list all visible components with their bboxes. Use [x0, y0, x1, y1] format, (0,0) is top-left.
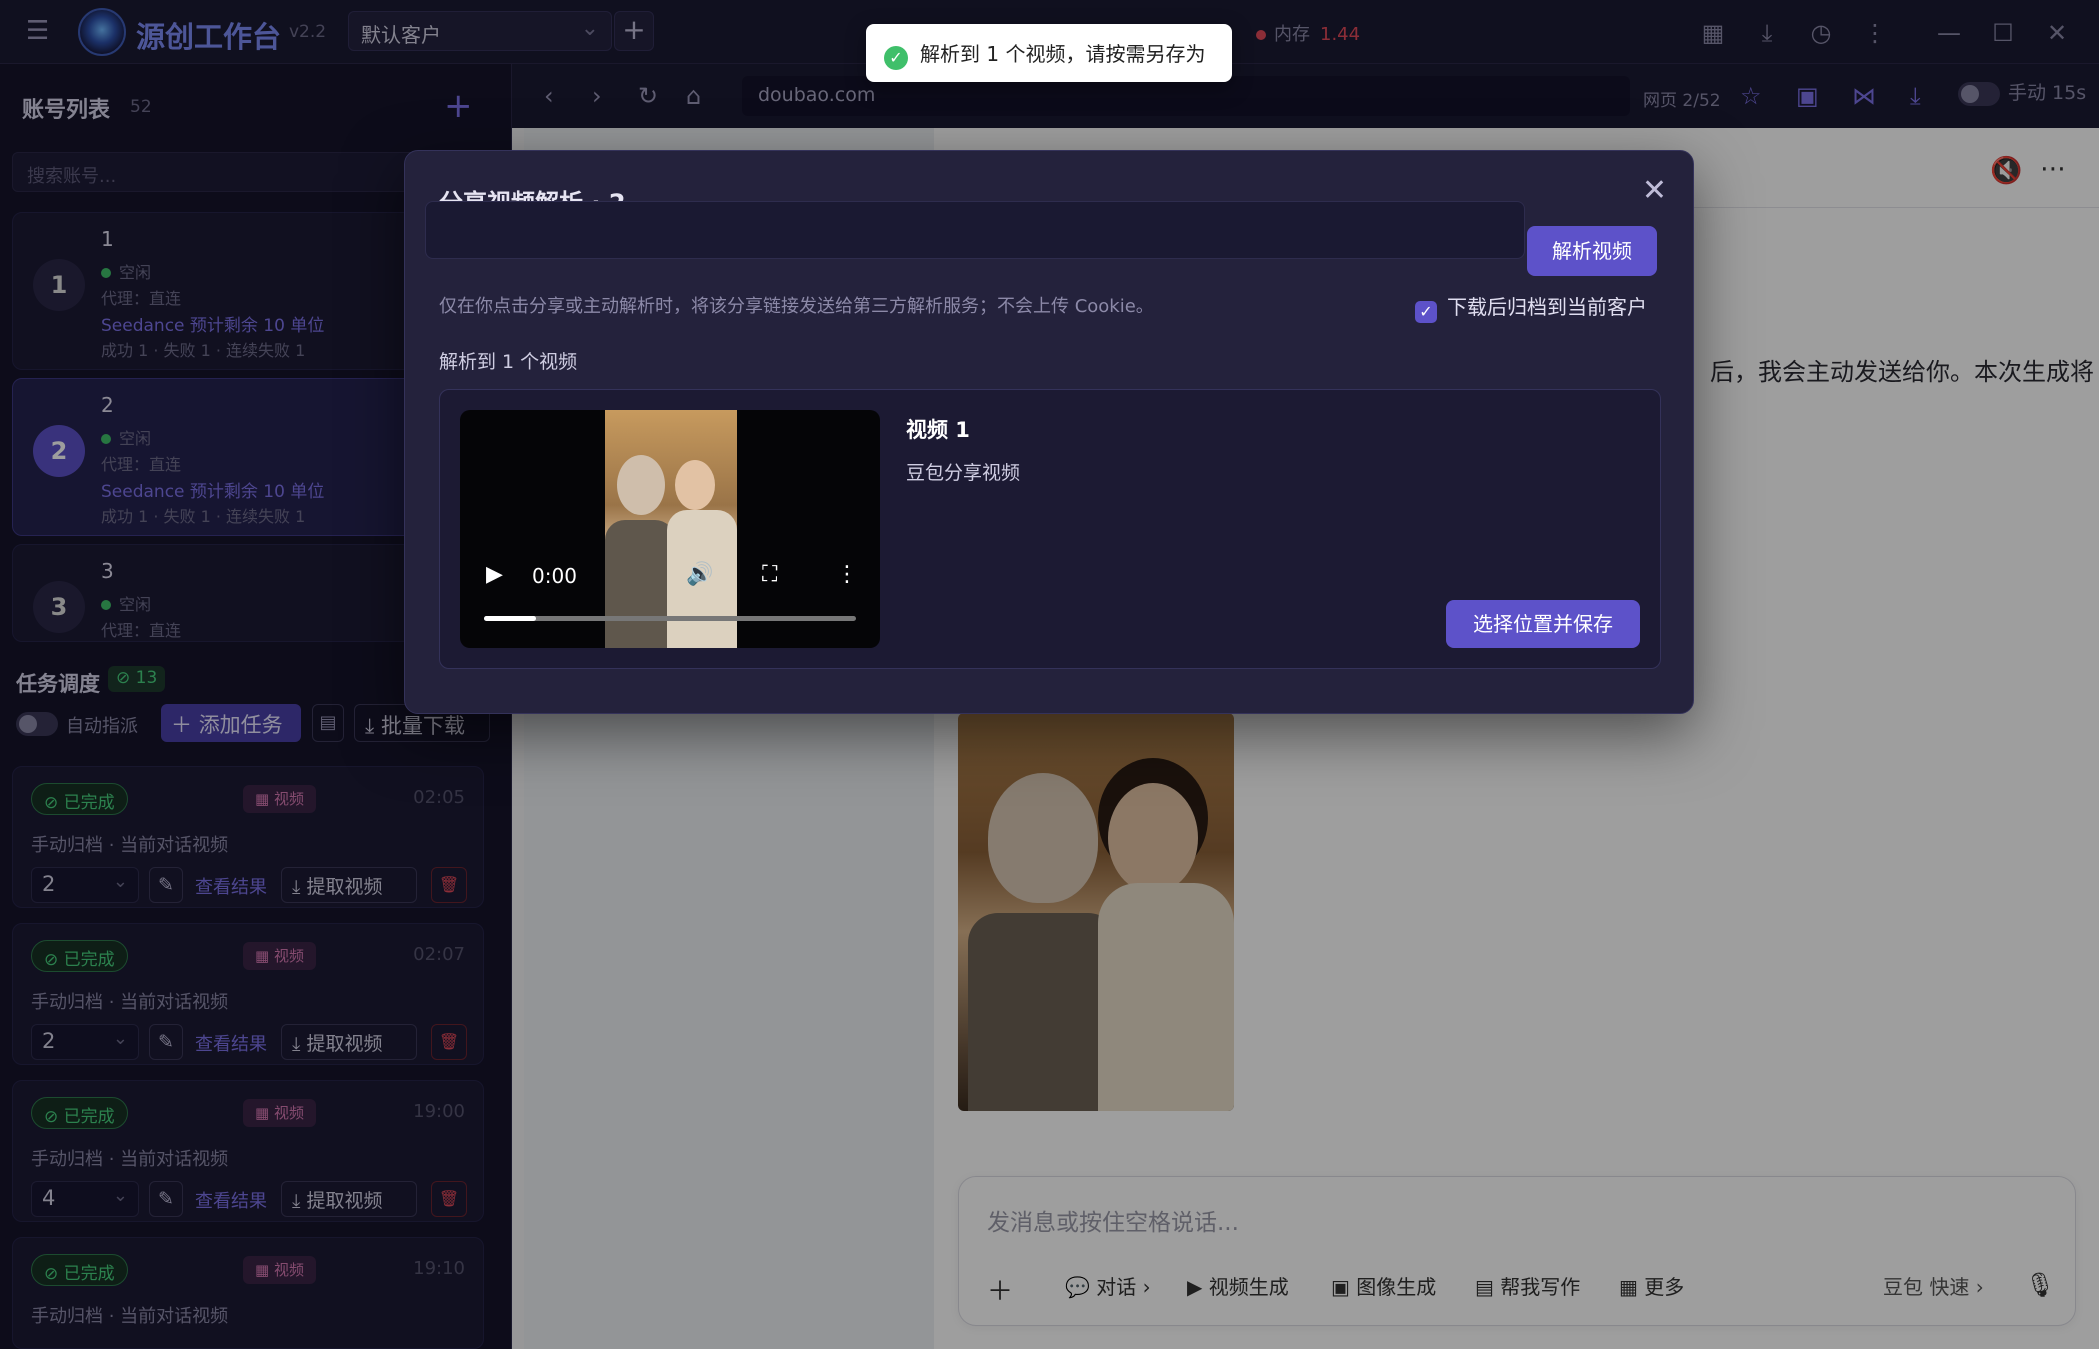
video-progress-fill [484, 616, 537, 621]
share-link-input[interactable] [425, 201, 1525, 259]
parse-result-count: 解析到 1 个视频 [439, 351, 578, 373]
save-video-button[interactable]: 选择位置并保存 [1446, 600, 1640, 648]
play-icon[interactable]: ▶ [486, 562, 503, 587]
video-thumbnail [605, 410, 737, 648]
check-icon: ✓ [1415, 301, 1437, 323]
share-video-parse-dialog: 分享视频解析 · 2 ✕ 解析视频 仅在你点击分享或主动解析时，将该分享链接发送… [404, 150, 1694, 714]
video-result-card: ▶ 0:00 🔊 ⛶ ⋮ 视频 1 豆包分享视频 选择位置并保存 [439, 389, 1661, 669]
video-time: 0:00 [532, 564, 577, 588]
volume-icon[interactable]: 🔊 [686, 562, 713, 587]
thumb-figure [675, 460, 715, 510]
parse-video-button[interactable]: 解析视频 [1527, 226, 1657, 276]
success-toast: ✓ 解析到 1 个视频，请按需另存为 [866, 24, 1232, 82]
fullscreen-icon[interactable]: ⛶ [762, 562, 777, 587]
video-progress-bar[interactable] [484, 616, 856, 621]
video-player[interactable]: ▶ 0:00 🔊 ⛶ ⋮ [460, 410, 880, 648]
dialog-title: 分享视频解析 · 2 [439, 183, 626, 201]
player-menu-icon[interactable]: ⋮ [836, 562, 858, 587]
thumb-figure [605, 520, 675, 648]
thumb-figure [617, 455, 665, 515]
video-desc: 豆包分享视频 [906, 462, 1021, 484]
check-circle-icon: ✓ [884, 46, 908, 70]
close-icon[interactable]: ✕ [1642, 173, 1667, 208]
video-name: 视频 1 [906, 418, 970, 442]
archive-checkbox[interactable]: ✓ 下载后归档到当前客户 [1415, 291, 1647, 323]
privacy-note: 仅在你点击分享或主动解析时，将该分享链接发送给第三方解析服务；不会上传 Cook… [439, 296, 1154, 317]
